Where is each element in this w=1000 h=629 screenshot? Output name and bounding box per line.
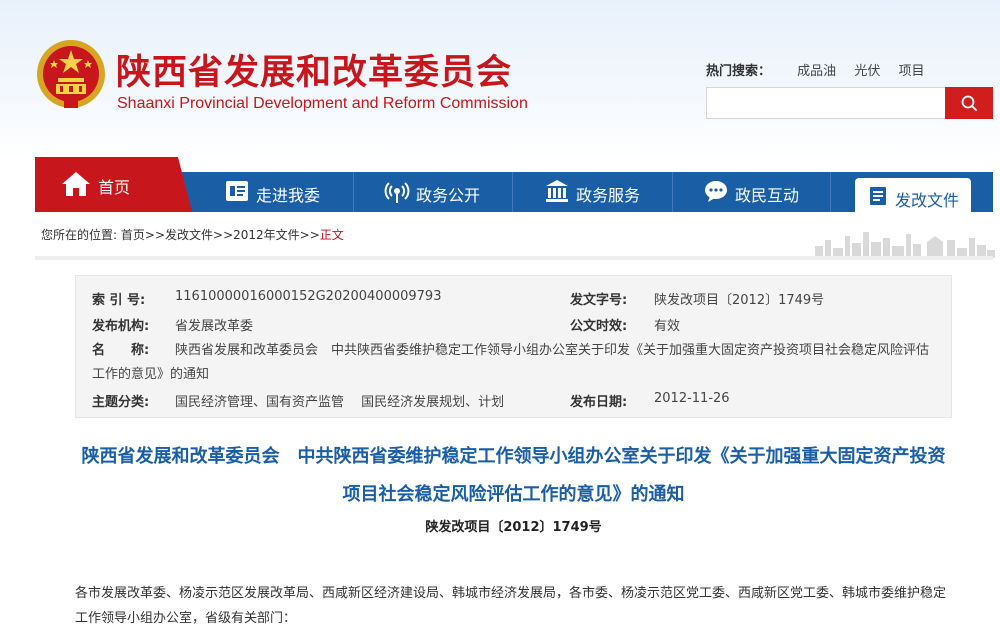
broadcast-icon — [384, 182, 410, 203]
divider — [35, 256, 993, 260]
article-doc-number: 陕发改项目〔2012〕1749号 — [425, 520, 602, 535]
index-value: 11610000016000152G20200400009793 — [175, 289, 442, 304]
org-value: 省发展改革委 — [175, 319, 254, 334]
topic-label: 主题分类: — [92, 395, 150, 410]
id-card-icon — [226, 181, 248, 201]
breadcrumb-link-2012[interactable]: 2012年文件 — [233, 228, 300, 242]
hot-search-label: 热门搜索： — [706, 64, 772, 79]
document-meta-box: 索 引 号: 11610000016000152G20200400009793 … — [75, 275, 952, 418]
nav-item-label: 政务服务 — [576, 186, 641, 205]
doc-number-value: 陕发改项目〔2012〕1749号 — [654, 293, 825, 308]
home-icon — [62, 172, 90, 196]
breadcrumb-separator: >> — [299, 228, 320, 242]
hot-search: 热门搜索： 成品油 光伏 项目 — [706, 60, 924, 79]
site-subtitle: Shaanxi Provincial Development and Refor… — [117, 95, 528, 112]
chat-icon — [705, 181, 727, 202]
breadcrumb-current: 正文 — [319, 228, 344, 242]
search-icon — [961, 95, 977, 111]
topic-value: 国民经济管理、国有资产监管 国民经济发展规划、计划 — [175, 395, 505, 410]
hot-search-item[interactable]: 项目 — [898, 64, 924, 79]
nav-item-documents-active[interactable]: 发改文件 — [855, 178, 971, 212]
doc-number-label: 发文字号: — [570, 293, 628, 308]
breadcrumb-separator: >> — [213, 228, 234, 242]
article-title: 陕西省发展和改革委员会 中共陕西省委维护稳定工作领导小组办公室关于印发《关于加强… — [81, 446, 946, 505]
search-button[interactable] — [945, 87, 993, 119]
breadcrumb: 您所在的位置: 首页>>发改文件>>2012年文件>>正文 — [41, 226, 344, 243]
org-label: 发布机构: — [92, 319, 150, 334]
name-label: 名 称: — [92, 343, 150, 358]
breadcrumb-link-home[interactable]: 首页 — [121, 228, 145, 242]
national-emblem-icon — [37, 40, 105, 108]
nav-item-label: 政民互动 — [735, 186, 800, 205]
city-skyline-decoration — [815, 232, 995, 258]
name-row: 名 称: 陕西省发展和改革委员会 中共陕西省委维护稳定工作领导小组办公室关于印发《… — [92, 339, 932, 387]
article-body-paragraph: 各市发展改革委、杨凌示范区发展改革局、西咸新区经济建设局、韩城市经济发展局，各市… — [75, 586, 947, 626]
nav-divider — [830, 172, 831, 212]
breadcrumb-link-documents[interactable]: 发改文件 — [165, 228, 213, 242]
nav-home[interactable]: 首页 — [35, 157, 192, 212]
nav-divider — [512, 172, 513, 212]
nav-active-label: 发改文件 — [895, 191, 960, 210]
nav-item-label: 政务公开 — [416, 186, 481, 205]
site-header: 陕西省发展和改革委员会 Shaanxi Provincial Developme… — [0, 0, 1000, 160]
nav-divider — [353, 172, 354, 212]
hot-search-item[interactable]: 成品油 — [797, 64, 836, 79]
index-label: 索 引 号: — [92, 293, 146, 308]
validity-label: 公文时效: — [570, 319, 628, 334]
validity-value: 有效 — [654, 319, 681, 334]
building-icon — [546, 180, 568, 202]
nav-home-label: 首页 — [98, 178, 131, 197]
date-label: 发布日期: — [570, 395, 628, 410]
nav-divider — [672, 172, 673, 212]
breadcrumb-prefix: 您所在的位置: — [41, 228, 118, 242]
nav-item-label: 走进我委 — [256, 186, 321, 205]
document-icon — [870, 187, 886, 205]
breadcrumb-separator: >> — [144, 228, 165, 242]
date-value: 2012-11-26 — [654, 391, 730, 406]
search-input[interactable] — [706, 87, 946, 119]
site-title: 陕西省发展和改革委员会 — [116, 53, 513, 93]
hot-search-item[interactable]: 光伏 — [854, 64, 880, 79]
name-value: 陕西省发展和改革委员会 中共陕西省委维护稳定工作领导小组办公室关于印发《关于加强… — [92, 343, 930, 382]
